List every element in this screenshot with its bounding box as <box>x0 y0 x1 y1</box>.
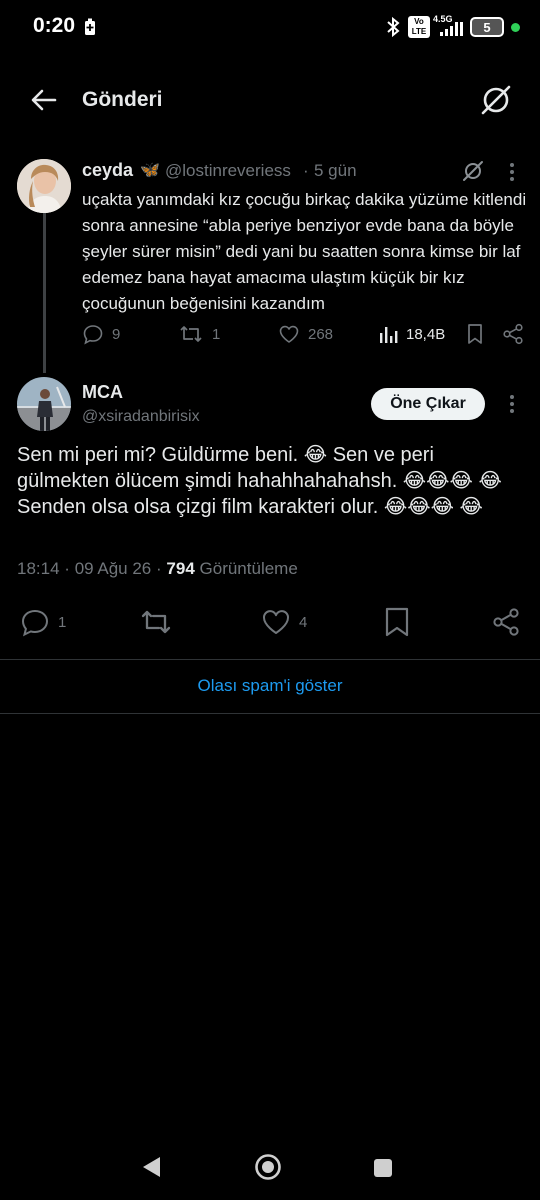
arrow-left-icon <box>31 89 57 111</box>
main-like-count: 4 <box>299 613 308 631</box>
status-time: 0:20 <box>33 14 76 37</box>
more-vertical-icon <box>510 163 514 181</box>
heart-icon <box>263 610 289 634</box>
volte-label: Vo LTE <box>411 17 427 36</box>
thread-connector <box>43 213 46 373</box>
main-more-button[interactable] <box>507 393 517 415</box>
butterfly-emoji: 🦋 <box>140 162 160 179</box>
tweet-time[interactable]: 18:14 <box>17 559 60 578</box>
parent-retweet-count: 1 <box>212 325 221 343</box>
main-tweet-text: Sen mi peri mi? Güldürme beni. 😂 Sen ve … <box>17 444 502 518</box>
heart-icon <box>279 325 299 343</box>
parent-grok-button[interactable] <box>462 160 484 182</box>
parent-reply-button[interactable]: 9 <box>82 323 120 345</box>
top-app-bar: Gönderi <box>0 70 540 130</box>
parent-reply-count: 9 <box>112 325 121 343</box>
tweet-date[interactable]: 09 Ağu 26 <box>75 559 152 578</box>
share-icon <box>503 323 523 345</box>
parent-author-name[interactable]: ceyda <box>82 160 133 181</box>
view-count: 794 <box>166 559 195 578</box>
main-author-handle[interactable]: @xsiradanbirisix <box>82 408 200 426</box>
nav-home-button[interactable] <box>254 1153 282 1181</box>
main-retweet-button[interactable] <box>139 607 173 637</box>
parent-author-handle[interactable]: @lostinreveriess <box>165 161 291 181</box>
retweet-icon <box>141 610 171 634</box>
nav-home-icon <box>255 1154 281 1180</box>
nav-back-icon <box>143 1157 160 1177</box>
share-icon <box>493 608 519 636</box>
more-vertical-icon <box>510 395 514 413</box>
main-bookmark-button[interactable] <box>384 607 410 637</box>
status-bar: 0:20 Vo LTE 4.5G 5 <box>0 0 540 56</box>
main-reply-button[interactable]: 1 <box>20 607 66 637</box>
parent-tweet-text: uçakta yanımdaki kız çocuğu birkaç dakik… <box>82 190 527 313</box>
volte-icon: Vo LTE <box>408 16 430 38</box>
bluetooth-icon <box>386 16 400 43</box>
system-nav-bar <box>0 1140 540 1196</box>
back-button[interactable] <box>28 84 60 116</box>
parent-views-button[interactable]: 18,4B <box>378 323 445 345</box>
parent-share-button[interactable] <box>502 323 524 345</box>
main-share-button[interactable] <box>491 607 521 637</box>
grok-icon <box>481 85 511 115</box>
nav-recents-button[interactable] <box>372 1157 394 1179</box>
parent-retweet-button[interactable]: 1 <box>178 323 220 345</box>
nav-back-button[interactable] <box>140 1154 164 1180</box>
battery-icon: 5 <box>470 17 504 37</box>
tweet-meta: 18:14 · 09 Ağu 26 · 794 Görüntüleme <box>17 559 298 579</box>
bookmark-icon <box>468 324 482 344</box>
parent-like-count: 268 <box>308 325 334 343</box>
reply-icon <box>21 609 49 637</box>
parent-view-count: 18,4B <box>406 325 446 343</box>
parent-more-button[interactable] <box>507 161 517 183</box>
divider <box>0 713 540 714</box>
signal-icon <box>440 22 464 41</box>
divider <box>0 659 540 660</box>
main-avatar[interactable] <box>17 377 71 431</box>
parent-avatar[interactable] <box>17 159 71 213</box>
parent-bookmark-button[interactable] <box>466 323 484 345</box>
views-chart-icon <box>380 327 398 343</box>
main-like-button[interactable]: 4 <box>261 607 307 637</box>
show-spam-link[interactable]: Olası spam'i göster <box>0 676 540 696</box>
main-reply-count: 1 <box>58 613 67 631</box>
main-author-name[interactable]: MCA <box>82 382 123 403</box>
battery-level: 5 <box>483 19 491 35</box>
separator-dot: · <box>64 559 70 578</box>
separator-dot: · <box>156 559 162 578</box>
grok-button[interactable] <box>478 82 514 118</box>
feature-button[interactable]: Öne Çıkar <box>371 388 485 420</box>
page-title: Gönderi <box>82 88 163 111</box>
bookmark-icon <box>385 607 409 637</box>
parent-timestamp[interactable]: 5 gün <box>314 161 357 181</box>
battery-saver-icon <box>84 18 96 41</box>
notification-dot <box>511 23 520 32</box>
retweet-icon <box>180 326 202 342</box>
nav-recents-icon <box>374 1159 392 1177</box>
parent-like-button[interactable]: 268 <box>278 323 333 345</box>
reply-icon <box>83 325 103 345</box>
separator-dot: · <box>303 161 309 180</box>
grok-icon <box>463 161 483 181</box>
view-label: Görüntüleme <box>199 559 298 578</box>
